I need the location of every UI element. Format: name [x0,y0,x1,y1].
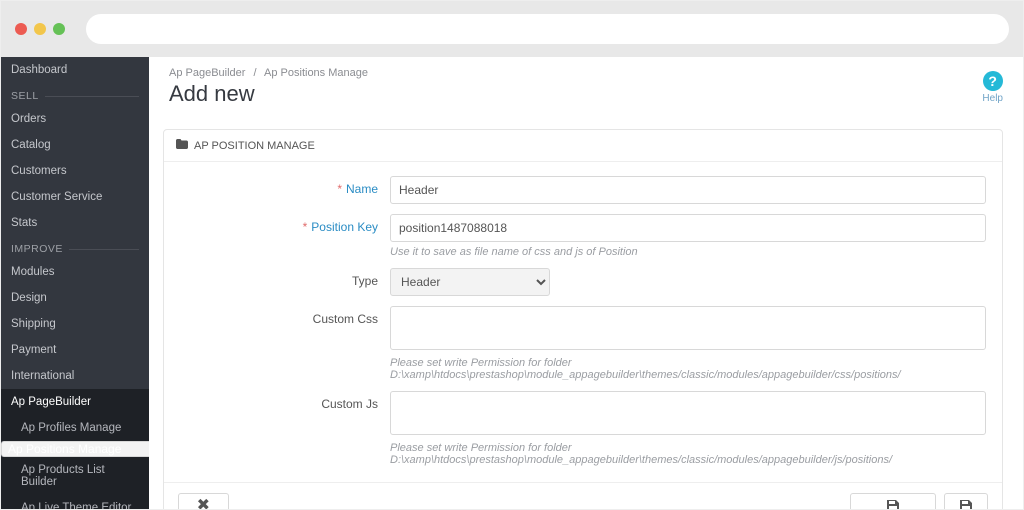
sidebar-item-international[interactable]: International [1,363,149,389]
label-type: Type [180,268,390,288]
save-icon [859,498,927,510]
panel-title-text: AP POSITION MANAGE [194,140,315,152]
save-button[interactable]: Save [944,493,988,510]
sidebar-section-improve: IMPROVE [1,236,149,259]
folder-icon [176,139,188,152]
window-max-dot[interactable] [53,23,65,35]
sidebar-item-modules[interactable]: Modules [1,259,149,285]
sidebar-item-customers[interactable]: Customers [1,158,149,184]
sidebar-item-design[interactable]: Design [1,285,149,311]
breadcrumb-parent[interactable]: Ap PageBuilder [169,67,245,79]
cancel-button[interactable]: ✖ Cancel [178,493,229,510]
sidebar-sub-positions[interactable]: Ap Positions Manage [1,441,161,457]
label-name: *Name [180,176,390,196]
hint-position-key: Use it to save as file name of css and j… [390,246,986,258]
input-name[interactable] [390,176,986,204]
sidebar-sub-products-list[interactable]: Ap Products List Builder [1,457,149,495]
textarea-custom-css[interactable] [390,306,986,350]
sidebar-item-orders[interactable]: Orders [1,106,149,132]
help-label: Help [982,93,1003,104]
browser-chrome [1,1,1023,57]
breadcrumb-current: Ap Positions Manage [264,67,368,79]
sidebar-section-sell: SELL [1,83,149,106]
hint-custom-css: Please set write Permission for folder D… [390,357,986,381]
sidebar-item-catalog[interactable]: Catalog [1,132,149,158]
save-icon [953,498,979,510]
page-title: Add new [169,81,1003,107]
sidebar-item-customer-service[interactable]: Customer Service [1,184,149,210]
label-custom-js: Custom Js [180,391,390,411]
sidebar-item-payment[interactable]: Payment [1,337,149,363]
select-type[interactable]: Header [390,268,550,296]
sidebar-item-pagebuilder[interactable]: Ap PageBuilder [1,389,149,415]
sidebar-sub-live-theme[interactable]: Ap Live Theme Editor [1,495,149,510]
input-position-key[interactable] [390,214,986,242]
sidebar-item-shipping[interactable]: Shipping [1,311,149,337]
window-min-dot[interactable] [34,23,46,35]
save-and-stay-button[interactable]: Save and Stay [850,493,936,510]
help-icon: ? [983,71,1003,91]
sidebar: Dashboard SELL Orders Catalog Customers … [1,57,149,510]
window-close-dot[interactable] [15,23,27,35]
textarea-custom-js[interactable] [390,391,986,435]
panel-heading: AP POSITION MANAGE [164,130,1002,162]
url-bar[interactable] [86,14,1009,44]
label-custom-css: Custom Css [180,306,390,326]
sidebar-sub-profiles[interactable]: Ap Profiles Manage [1,415,149,441]
sidebar-dashboard[interactable]: Dashboard [1,57,149,83]
sidebar-item-stats[interactable]: Stats [1,210,149,236]
help-button[interactable]: ? Help [982,71,1003,104]
breadcrumb: Ap PageBuilder / Ap Positions Manage [169,67,1003,79]
close-icon: ✖ [187,498,220,510]
hint-custom-js: Please set write Permission for folder D… [390,442,986,466]
form-panel: AP POSITION MANAGE *Name *Position Key U… [163,129,1003,510]
label-position-key: *Position Key [180,214,390,234]
